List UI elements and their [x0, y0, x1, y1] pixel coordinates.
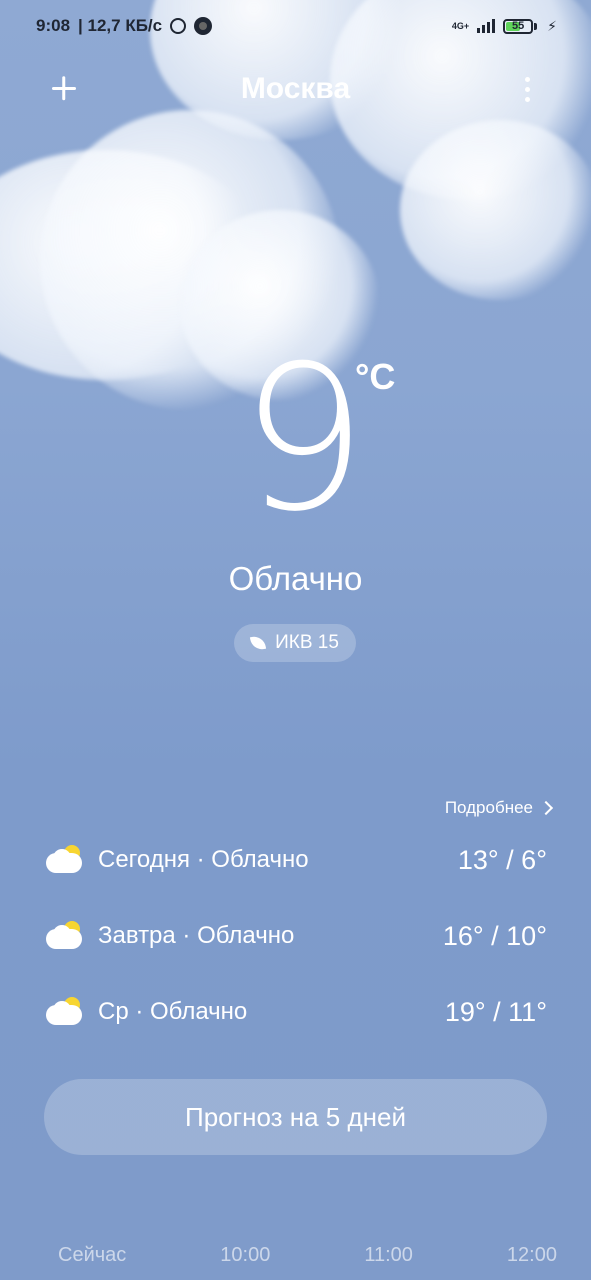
forecast-day-label: Ср · Облачно [98, 998, 248, 1025]
aqi-badge[interactable]: ИКВ 15 [234, 624, 356, 662]
details-link[interactable]: Подробнее [444, 798, 554, 818]
partly-cloudy-icon [44, 921, 84, 951]
leaf-icon [249, 634, 267, 652]
chevron-right-icon [538, 800, 554, 816]
city-title: Москва [240, 72, 351, 105]
status-bar: 9:08 | 12,7 КБ/с 4G+ 55 ⚡ [0, 0, 591, 52]
forecast-temp-range: 13° / 6° [457, 844, 547, 875]
forecast-day-label: Завтра · Облачно [98, 922, 295, 949]
forecast-row-tomorrow[interactable]: Завтра · Облачно 16° / 10° [44, 916, 547, 956]
forecast-temp-range: 16° / 10° [442, 920, 547, 951]
hourly-strip: Сейчас 10:00 11:00 12:00 [0, 1244, 591, 1274]
more-menu-button[interactable] [510, 72, 544, 106]
top-bar: Москва [0, 64, 591, 118]
five-day-forecast-button[interactable]: Прогноз на 5 дней [44, 1079, 547, 1155]
forecast-row-wednesday[interactable]: Ср · Облачно 19° / 11° [44, 992, 547, 1032]
network-speed: | 12,7 КБ/с [78, 16, 163, 35]
status-time: 9:08 [36, 16, 71, 35]
forecast-row-today[interactable]: Сегодня · Облачно 13° / 6° [44, 840, 547, 880]
partly-cloudy-icon [44, 845, 84, 875]
current-temperature: 9 [240, 323, 367, 556]
alarm-icon [170, 18, 187, 34]
signal-icon [477, 19, 496, 33]
forecast-temp-range: 19° / 11° [444, 996, 547, 1027]
details-label: Подробнее [444, 798, 533, 817]
aqi-label: ИКВ 15 [275, 632, 339, 653]
forecast-day-label: Сегодня · Облачно [98, 846, 309, 873]
current-condition: Облачно [228, 560, 363, 597]
temperature-unit: °C [355, 356, 396, 397]
battery-icon: 55 [503, 18, 538, 34]
charging-icon: ⚡ [547, 17, 557, 34]
hour-label: 10:00 [220, 1244, 271, 1266]
record-icon [194, 17, 213, 35]
network-type: 4G+ [451, 20, 470, 31]
partly-cloudy-icon [44, 997, 84, 1027]
hour-label: Сейчас [58, 1244, 127, 1266]
hour-label: 11:00 [364, 1244, 413, 1266]
hour-label: 12:00 [506, 1244, 557, 1266]
battery-level: 55 [512, 19, 525, 32]
